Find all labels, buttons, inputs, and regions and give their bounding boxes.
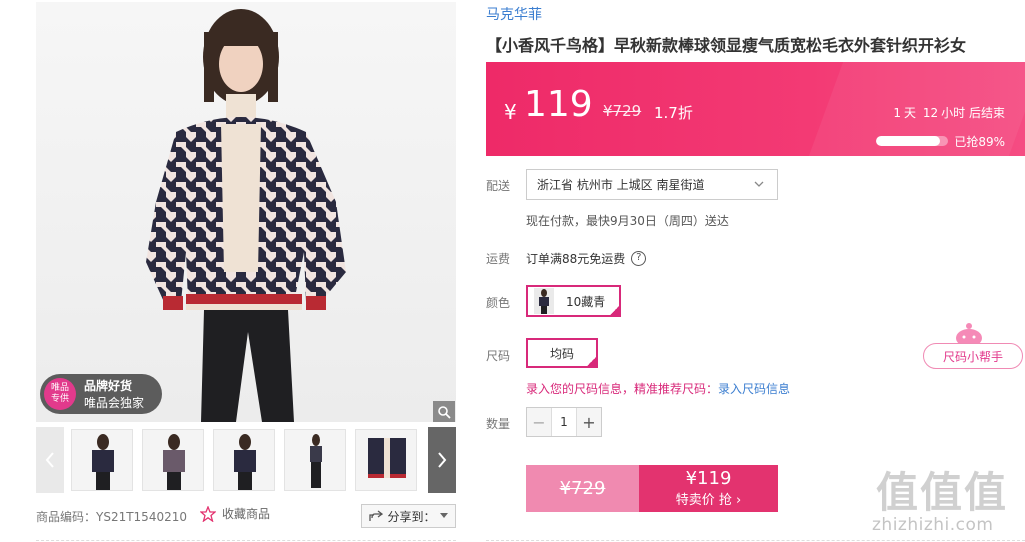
countdown-suffix: 后结束: [968, 106, 1005, 120]
size-tip-link[interactable]: 录入尺码信息: [718, 382, 790, 396]
thumbnail-2[interactable]: [142, 429, 204, 491]
check-icon: [607, 305, 621, 317]
model-photo: [146, 9, 346, 422]
share-label: 分享到：: [387, 509, 436, 524]
delivery-eta: 现在付款，最快9月30日（周四）送达: [526, 214, 729, 228]
original-price: ¥729: [603, 102, 642, 120]
thumbnail-3[interactable]: [213, 429, 275, 491]
share-icon: [369, 510, 384, 521]
badge-line1: 品牌好货: [84, 379, 133, 393]
main-product-image[interactable]: 唯品 专供 品牌好货 唯品会独家: [36, 2, 456, 422]
favorite-label: 收藏商品: [222, 507, 271, 521]
size-helper-button[interactable]: 尺码小帮手: [923, 343, 1023, 369]
chevron-right-icon: [438, 452, 447, 468]
favorite-button[interactable]: 收藏商品: [200, 505, 270, 522]
delivery-label: 配送: [486, 179, 511, 193]
address-value: 浙江省 杭州市 上城区 南星街道: [537, 178, 705, 192]
chevron-left-icon: [45, 452, 54, 468]
star-icon: [200, 505, 216, 522]
current-price: 119: [524, 84, 593, 125]
thumbnail-4[interactable]: [284, 429, 346, 491]
color-label: 颜色: [486, 296, 511, 310]
chevron-down-icon: [754, 181, 764, 187]
watermark-chars: 值值值: [876, 468, 1009, 517]
original-price-button[interactable]: ¥729: [526, 465, 639, 512]
sold-progress-bar: [876, 136, 948, 146]
share-dropdown[interactable]: 分享到：: [361, 504, 456, 528]
quantity-stepper: − 1 +: [526, 407, 602, 437]
quantity-decrease-button[interactable]: −: [527, 408, 551, 436]
divider: [486, 540, 1025, 541]
size-tip-text: 录入您的尺码信息，精准推荐尺码：: [526, 382, 719, 396]
color-swatch: [534, 288, 554, 314]
size-option-label: 均码: [549, 346, 574, 361]
product-title: 【小香风千鸟格】早秋新款棒球领显瘦气质宽松毛衣外套针织开衫女: [486, 36, 967, 55]
color-option-selected[interactable]: 10藏青: [526, 285, 621, 317]
buy-now-button[interactable]: ¥119 特卖价 抢 ›: [639, 465, 778, 512]
buy-price: ¥119: [685, 468, 732, 489]
item-code: 商品编码：YS21T1540210: [36, 510, 187, 524]
sold-progress-fill: [876, 136, 941, 146]
countdown-hour-unit: 小时: [941, 106, 966, 120]
countdown-days: 1: [893, 106, 902, 120]
badge-line2: 唯品会独家: [84, 396, 145, 410]
caret-down-icon: [439, 513, 448, 518]
vip-logo: 唯品 专供: [44, 378, 76, 410]
size-label: 尺码: [486, 349, 511, 363]
address-select[interactable]: 浙江省 杭州市 上城区 南星街道: [526, 169, 778, 200]
watermark: 值值值 zhizhizhi.com: [870, 455, 1025, 542]
thumb-prev-button[interactable]: [36, 427, 64, 493]
quantity-increase-button[interactable]: +: [577, 408, 601, 436]
currency-symbol: ¥: [504, 100, 517, 124]
quantity-label: 数量: [486, 417, 511, 431]
sold-percent-text: 已抢89%: [954, 135, 1005, 149]
brand-link[interactable]: 马克华菲: [486, 4, 542, 24]
divider: [36, 540, 456, 541]
size-option-selected[interactable]: 均码: [526, 338, 598, 368]
countdown-day-unit: 天: [904, 106, 917, 120]
buy-action-label: 特卖价 抢 ›: [675, 493, 742, 508]
discount-rate: 1.7折: [654, 104, 693, 122]
help-icon[interactable]: ?: [631, 251, 647, 266]
thumbnail-strip: [36, 427, 456, 493]
watermark-url: zhizhizhi.com: [872, 515, 994, 535]
shipping-info: 订单满88元免运费 ?: [526, 250, 647, 267]
zoom-icon[interactable]: [433, 401, 455, 422]
thumb-next-button[interactable]: [428, 427, 456, 493]
countdown-hours: 12: [922, 106, 939, 120]
size-tip: 录入您的尺码信息，精准推荐尺码：录入尺码信息: [526, 380, 790, 397]
shipping-label: 运费: [486, 252, 511, 266]
quantity-input[interactable]: 1: [551, 408, 577, 436]
shipping-text: 订单满88元免运费: [526, 252, 626, 266]
check-icon: [584, 356, 598, 368]
thumbnail-5[interactable]: [355, 429, 417, 491]
price-banner: ¥ 119 ¥729 1.7折 1天 12 小时 后结束 已抢89%: [486, 62, 1025, 156]
countdown-timer: 1天 12 小时 后结束: [890, 104, 1005, 121]
thumbnail-1[interactable]: [71, 429, 133, 491]
color-option-label: 10藏青: [566, 294, 606, 309]
exclusive-badge: 唯品 专供 品牌好货 唯品会独家: [40, 374, 162, 414]
